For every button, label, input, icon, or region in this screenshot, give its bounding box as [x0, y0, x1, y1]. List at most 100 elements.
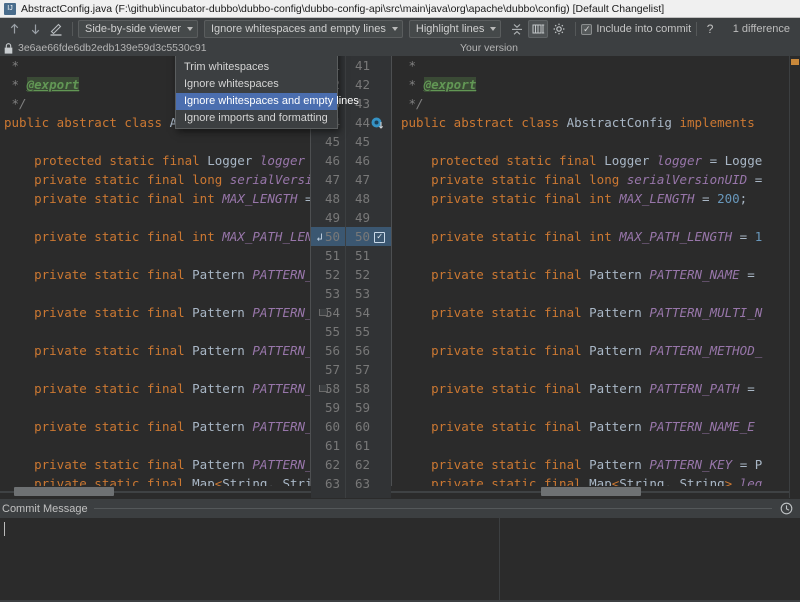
highlight-mode-combo[interactable]: Highlight lines: [408, 20, 502, 38]
code-line-text[interactable]: protected static final Logger logger = L…: [391, 151, 800, 170]
code-line-text[interactable]: private static final Pattern PATTERN_MET…: [391, 341, 800, 360]
line-number-left[interactable]: 45: [311, 132, 345, 151]
scrollbar-thumb[interactable]: [14, 487, 114, 496]
code-line-text[interactable]: private static final Pattern PATTERN_PAT…: [391, 379, 800, 398]
line-number-right[interactable]: 52: [345, 265, 391, 284]
code-line[interactable]: 47 private static final long serialVersi…: [345, 170, 800, 189]
show-whitespaces-button[interactable]: [528, 20, 549, 38]
accept-change-arrow[interactable]: ↲: [316, 231, 323, 244]
code-line[interactable]: 54 private static final Pattern PATTERN_…: [345, 303, 800, 322]
line-number-left[interactable]: 49: [311, 208, 345, 227]
dropdown-item-1[interactable]: Trim whitespaces: [176, 59, 337, 76]
line-number-right[interactable]: 51: [345, 246, 391, 265]
code-line[interactable]: 59: [0, 398, 345, 417]
line-number-right[interactable]: 53: [345, 284, 391, 303]
line-number-right[interactable]: 60: [345, 417, 391, 436]
code-line[interactable]: 56 private static final Pattern PATTERN_…: [345, 341, 800, 360]
line-number-right[interactable]: 55: [345, 322, 391, 341]
viewer-mode-combo[interactable]: Side-by-side viewer: [78, 20, 198, 38]
code-line-text[interactable]: public abstract class AbstractConfig imp…: [391, 113, 800, 132]
edit-source-button[interactable]: [46, 20, 66, 38]
code-line[interactable]: protected static final Logger logger = L…: [0, 151, 345, 170]
code-line[interactable]: 60 private static final Pattern PATTERN_…: [345, 417, 800, 436]
code-line[interactable]: private static final Pattern PATTERN_KEY…: [0, 455, 345, 474]
line-number-right[interactable]: 63: [345, 474, 391, 493]
line-number-left[interactable]: 55: [311, 322, 345, 341]
whitespace-mode-combo[interactable]: Ignore whitespaces and empty lines: [203, 20, 403, 38]
line-number-right[interactable]: 54: [345, 303, 391, 322]
line-number-right[interactable]: 41: [345, 56, 391, 75]
code-line[interactable]: 57: [0, 360, 345, 379]
code-line-text[interactable]: private static final int MAX_LENGTH = 20…: [391, 189, 800, 208]
code-line-text[interactable]: private static final int MAX_LENGTH = 20…: [0, 189, 311, 208]
code-line[interactable]: private static final int MAX_LENGTH = 20…: [0, 189, 345, 208]
line-number-right[interactable]: 56: [345, 341, 391, 360]
code-line[interactable]: private static final int MAX_PATH_LENGTH…: [0, 227, 345, 246]
code-line[interactable]: private static final Pattern PATTERN_PAT…: [0, 379, 345, 398]
code-line[interactable]: private static final long serialVersionU…: [0, 170, 345, 189]
code-line[interactable]: private static final Pattern PATTERN_NAM…: [0, 265, 345, 284]
right-horizontal-scrollbar[interactable]: [391, 486, 789, 498]
line-number-right[interactable]: 42: [345, 75, 391, 94]
code-line-text[interactable]: private static final Pattern PATTERN_KEY…: [0, 455, 311, 474]
code-line[interactable]: 59: [345, 398, 800, 417]
line-number-right[interactable]: 59: [345, 398, 391, 417]
line-number-left[interactable]: 46: [311, 151, 345, 170]
line-number-right[interactable]: 46: [345, 151, 391, 170]
line-number-left[interactable]: 60: [311, 417, 345, 436]
code-line-text[interactable]: private static final int MAX_PATH_LENGTH…: [0, 227, 311, 246]
line-number-left[interactable]: 64: [311, 493, 345, 498]
line-number-right[interactable]: 49: [345, 208, 391, 227]
code-line-text[interactable]: private static final Pattern PATTERN_PAT…: [0, 379, 311, 398]
code-line-text[interactable]: private static final Pattern PATTERN_NAM…: [391, 265, 800, 284]
line-number-left[interactable]: 62: [311, 455, 345, 474]
right-code-area[interactable]: 41 * 42 * @export 43 */44 public abstract c…: [345, 56, 800, 498]
line-number-left[interactable]: 59: [311, 398, 345, 417]
line-number-left[interactable]: 51: [311, 246, 345, 265]
code-line-text[interactable]: private static final long serialVersionU…: [391, 170, 800, 189]
left-horizontal-scrollbar[interactable]: [0, 486, 311, 498]
code-line[interactable]: 41 *: [345, 56, 800, 75]
code-line[interactable]: 50 ✓ private static final int MAX_PATH_LE…: [345, 227, 800, 246]
line-number-left[interactable]: 47: [311, 170, 345, 189]
code-line-text[interactable]: private static final long serialVersionU…: [0, 170, 311, 189]
line-number-left[interactable]: 58: [311, 379, 345, 398]
diff-settings-button[interactable]: [549, 20, 569, 38]
code-line[interactable]: 61: [0, 436, 345, 455]
code-line-text[interactable]: private static final Pattern PATTERN_MET…: [0, 341, 311, 360]
include-into-commit-checkbox[interactable]: ✓ Include into commit: [581, 23, 691, 35]
code-line-text[interactable]: private static final Pattern PATTERN_NAM…: [391, 417, 800, 436]
line-number-left[interactable]: 61: [311, 436, 345, 455]
code-line[interactable]: private static final Pattern PATTERN_NAM…: [0, 417, 345, 436]
code-line-text[interactable]: private static final Pattern PATTERN_NAM…: [0, 265, 311, 284]
right-marker-strip[interactable]: [789, 56, 800, 498]
line-number-right[interactable]: 45: [345, 132, 391, 151]
right-diff-pane[interactable]: 41 * 42 * @export 43 */44 public abstract c…: [345, 56, 800, 498]
next-difference-button[interactable]: [25, 20, 45, 38]
code-line[interactable]: 46 protected static final Logger logger …: [345, 151, 800, 170]
dropdown-item-3[interactable]: Ignore whitespaces and empty lines: [176, 93, 359, 110]
code-line-text[interactable]: * @export: [391, 75, 800, 94]
code-line[interactable]: 52 private static final Pattern PATTERN_…: [345, 265, 800, 284]
line-number-left[interactable]: 63: [311, 474, 345, 493]
code-line[interactable]: 55: [345, 322, 800, 341]
line-number-left[interactable]: 48: [311, 189, 345, 208]
include-line-checkbox[interactable]: ✓: [374, 232, 386, 243]
line-number-right[interactable]: 57: [345, 360, 391, 379]
line-number-left[interactable]: 52: [311, 265, 345, 284]
line-number-left[interactable]: 54: [311, 303, 345, 322]
commit-message-input[interactable]: [0, 518, 500, 600]
code-line[interactable]: 61: [345, 436, 800, 455]
code-line[interactable]: 53: [0, 284, 345, 303]
left-revision-header[interactable]: 3e6ae66fde6db2edb139e59d3c5530c91: [0, 42, 345, 54]
code-line[interactable]: 44 public abstract class AbstractConfig i…: [345, 113, 800, 132]
fold-marker-end[interactable]: [319, 385, 328, 392]
code-line-text[interactable]: private static final Pattern PATTERN_MUL…: [391, 303, 800, 322]
code-line[interactable]: 55: [0, 322, 345, 341]
change-marker[interactable]: [791, 59, 799, 65]
code-line-text[interactable]: private static final Pattern PATTERN_NAM…: [0, 417, 311, 436]
code-line[interactable]: private static final Pattern PATTERN_MUL…: [0, 303, 345, 322]
line-number-right[interactable]: 48: [345, 189, 391, 208]
code-line[interactable]: 62 private static final Pattern PATTERN_…: [345, 455, 800, 474]
whitespace-mode-dropdown-menu[interactable]: Do not ignoreTrim whitespacesIgnore whit…: [175, 56, 359, 129]
